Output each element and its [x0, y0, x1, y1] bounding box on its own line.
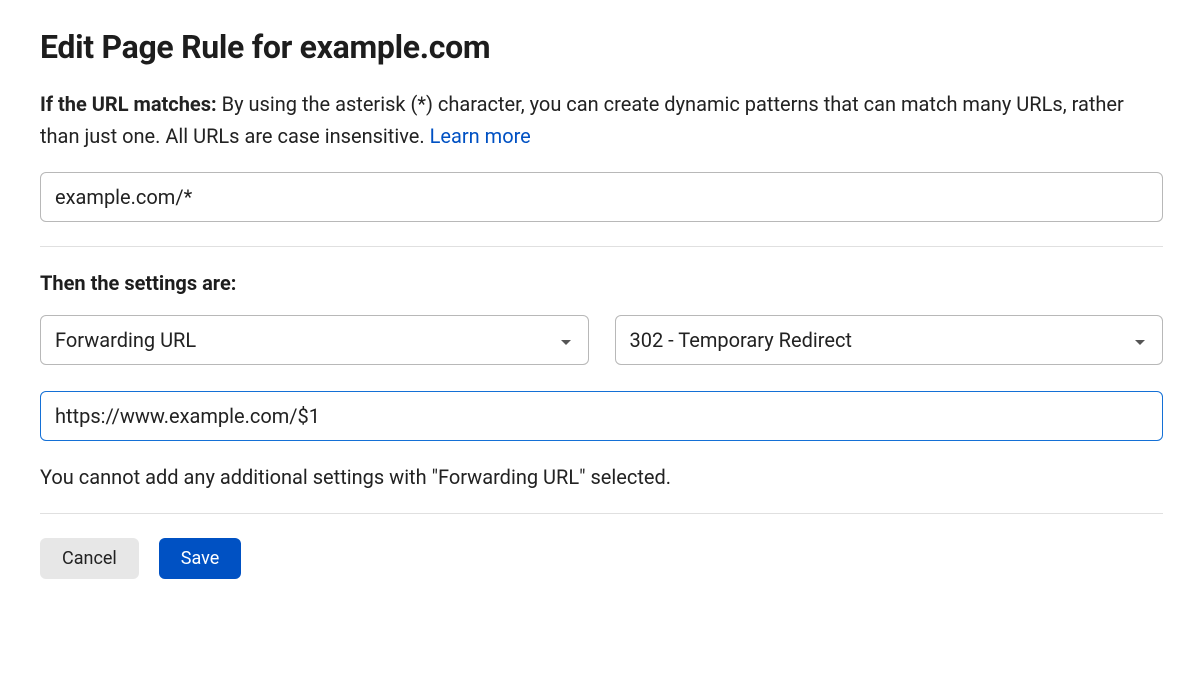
- redirect-type-value: 302 - Temporary Redirect: [630, 328, 852, 352]
- settings-label: Then the settings are:: [40, 271, 1163, 295]
- section-divider: [40, 513, 1163, 514]
- url-match-description: If the URL matches: By using the asteris…: [40, 88, 1163, 152]
- setting-type-value: Forwarding URL: [55, 328, 196, 352]
- section-divider: [40, 246, 1163, 247]
- save-button[interactable]: Save: [159, 538, 242, 579]
- url-pattern-input[interactable]: [40, 172, 1163, 222]
- forwarding-info-text: You cannot add any additional settings w…: [40, 465, 1163, 489]
- destination-url-input[interactable]: [40, 391, 1163, 441]
- cancel-button[interactable]: Cancel: [40, 538, 139, 579]
- learn-more-link[interactable]: Learn more: [430, 124, 531, 148]
- setting-type-select[interactable]: Forwarding URL: [40, 315, 589, 365]
- page-title: Edit Page Rule for example.com: [40, 28, 1163, 66]
- caret-down-icon: [1134, 328, 1146, 352]
- caret-down-icon: [560, 328, 572, 352]
- url-match-label: If the URL matches:: [40, 92, 222, 116]
- redirect-type-select[interactable]: 302 - Temporary Redirect: [615, 315, 1164, 365]
